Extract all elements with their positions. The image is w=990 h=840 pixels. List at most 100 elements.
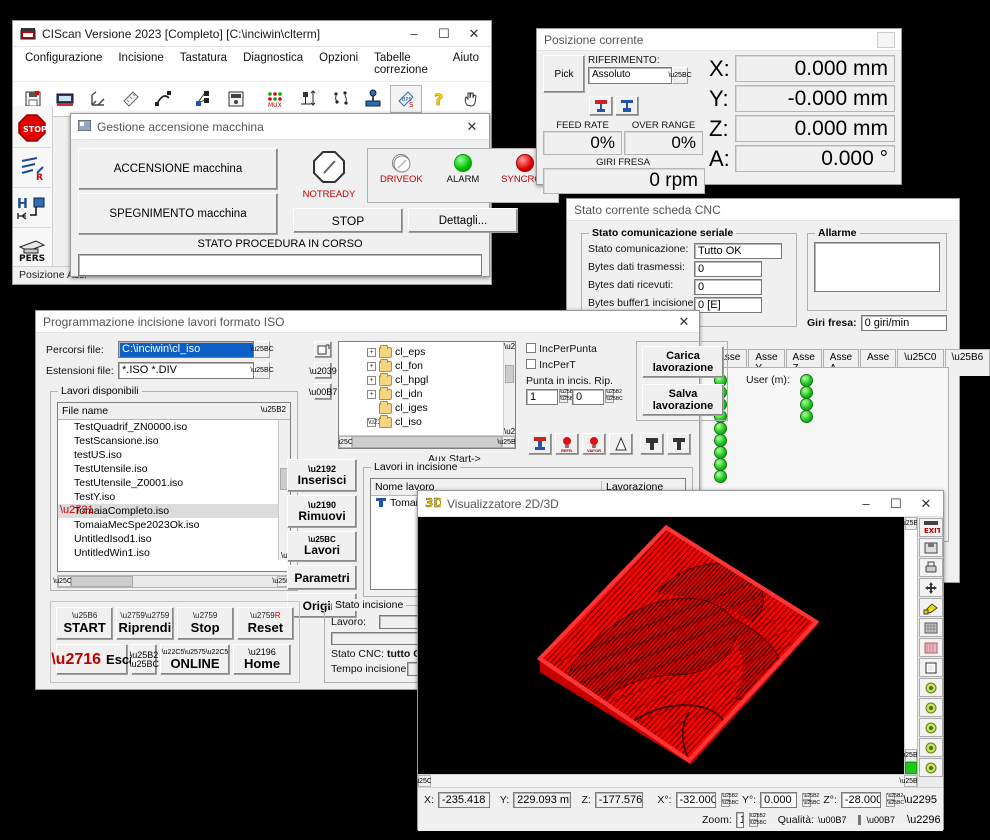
file-list-hscrollbar[interactable]: \u25C0 \u25B6: [57, 575, 291, 588]
file-list[interactable]: File name \u25B2 TestQuadrif_ZN0000.iso …: [57, 402, 291, 572]
online-updown-button[interactable]: \u25B2 \u25BC: [131, 644, 157, 675]
viewer-vscrollbar[interactable]: \u25B2 \u25BC: [904, 517, 917, 774]
tree-item[interactable]: cl_iges: [367, 401, 515, 415]
esci-button[interactable]: \u2716 Esci: [56, 644, 128, 675]
punta-value[interactable]: 1: [526, 389, 558, 405]
folder-tree[interactable]: +cl_eps +cl_fon +cl_hpgl +cl_idn cl_iges…: [338, 341, 516, 449]
tool-down-icon-button[interactable]: [528, 433, 552, 455]
zoom-out-icon[interactable]: \u2296: [907, 814, 941, 826]
expand-icon[interactable]: +: [367, 390, 376, 399]
tree-hscroll-right-icon[interactable]: \u25B6: [502, 436, 515, 448]
cone-button[interactable]: [609, 433, 633, 455]
riferimento-combo[interactable]: Assoluto \u25BC: [588, 67, 688, 84]
riprendi-button[interactable]: \u2759\u2759 Riprendi: [116, 607, 173, 640]
menu-tabelle-correzione[interactable]: Tabelle correzione: [366, 49, 445, 79]
minimize-button[interactable]: –: [399, 21, 429, 46]
t-tool-1-button[interactable]: [640, 433, 664, 455]
spegnimento-macchina-button[interactable]: SPEGNIMENTO macchina: [78, 193, 278, 235]
pan-icon[interactable]: [919, 578, 943, 597]
menu-configurazione[interactable]: Configurazione: [17, 49, 110, 79]
list-item[interactable]: testUS.iso: [58, 448, 290, 462]
list-item-selected[interactable]: \u2731 TomaiaCompleto.iso: [58, 504, 290, 518]
posizione-minimize-button[interactable]: [877, 32, 895, 48]
viewer-yrot-stepper[interactable]: \u25B2\u25BC: [802, 793, 811, 807]
tree-item[interactable]: +cl_fon: [367, 359, 515, 373]
tool-height-icon[interactable]: [292, 85, 324, 113]
measure-icon[interactable]: [115, 85, 147, 113]
list-item[interactable]: TestUtensile.iso: [58, 462, 290, 476]
viewer-maximize-button[interactable]: ☐: [881, 491, 911, 516]
tree-hscroll-left-icon[interactable]: \u25C0: [339, 436, 352, 448]
viewer-minimize-button[interactable]: –: [851, 491, 881, 516]
online-button[interactable]: \u22C5\u2575\u22C5 ONLINE: [160, 644, 230, 675]
viewer-zrot-value[interactable]: -28.000: [841, 792, 881, 808]
list-item[interactable]: TomaiaMecSpe2023Ok.iso: [58, 518, 290, 532]
chevron-down-icon[interactable]: \u25BC: [672, 67, 688, 84]
file-list-header[interactable]: File name \u25B2: [58, 403, 290, 420]
machine-icon[interactable]: [50, 85, 82, 113]
save-icon[interactable]: [919, 538, 943, 557]
iso-close-button[interactable]: ✕: [671, 311, 697, 332]
punta-stepper[interactable]: \u25B2\u25BC: [559, 389, 568, 403]
stop-button[interactable]: STOP: [293, 208, 403, 233]
viewer-xrot-value[interactable]: -32.000: [676, 792, 716, 808]
arrow-down-icon[interactable]: \u25BC: [129, 660, 159, 669]
home-button[interactable]: \u2196 Home: [233, 644, 291, 675]
list-item[interactable]: TestQuadrif_ZN0000.iso: [58, 420, 290, 434]
expand-icon[interactable]: +: [367, 348, 376, 357]
viewer-canvas[interactable]: [418, 517, 904, 774]
tree-item[interactable]: +cl_idn: [367, 387, 515, 401]
t-tool-2-button[interactable]: [667, 433, 691, 455]
tool-up-button[interactable]: [615, 96, 639, 116]
collapse-icon[interactable]: \u2212: [367, 418, 376, 427]
menu-incisione[interactable]: Incisione: [110, 49, 171, 79]
print-icon[interactable]: [919, 558, 943, 577]
refr-button[interactable]: REFR.: [555, 433, 579, 455]
percorsi-file-value[interactable]: C:\inciwin\cl_iso: [118, 341, 254, 358]
joystick-icon[interactable]: [357, 85, 389, 113]
tree-item[interactable]: +cl_eps: [367, 345, 515, 359]
tree-item[interactable]: +cl_hpgl: [367, 373, 515, 387]
menu-diagnostica[interactable]: Diagnostica: [235, 49, 311, 79]
hscroll-thumb[interactable]: [71, 576, 133, 587]
accensione-close-button[interactable]: ✕: [457, 114, 487, 139]
stop-iso-button[interactable]: \u2759 Stop: [177, 607, 234, 640]
newfolder-button[interactable]: [314, 341, 332, 358]
list-scroll-up-icon[interactable]: \u25B2: [261, 405, 286, 417]
salva-lavorazione-button[interactable]: Salva lavorazione: [642, 384, 724, 416]
points-icon[interactable]: [325, 85, 357, 113]
tree-item[interactable]: \u2212cl_iso: [367, 415, 515, 429]
incpert-checkbox-row[interactable]: IncPerT: [526, 359, 626, 371]
incpert-checkbox[interactable]: [526, 359, 536, 369]
dot-button[interactable]: \u00B7: [314, 383, 332, 400]
start-button[interactable]: \u25B6 START: [56, 607, 113, 640]
grid-icon[interactable]: [919, 618, 943, 637]
rotate4-icon[interactable]: [919, 738, 943, 757]
accensione-macchina-button[interactable]: ACCENSIONE macchina: [78, 148, 278, 190]
inserisci-button[interactable]: \u2192 Inserisci: [287, 459, 357, 492]
network-icon[interactable]: [187, 85, 219, 113]
menu-opzioni[interactable]: Opzioni: [311, 49, 366, 79]
carica-lavorazione-button[interactable]: Carica lavorazione: [642, 346, 724, 378]
tree-hscrollbar[interactable]: \u25C0 \u25B6: [339, 435, 515, 448]
axes-icon[interactable]: [82, 85, 114, 113]
viewer-zrot-stepper[interactable]: \u25B2\u25BC: [886, 793, 895, 807]
viewer-scroll-up-icon[interactable]: \u25B2: [905, 517, 917, 530]
stop-icon[interactable]: STOP: [13, 108, 51, 148]
path-icon[interactable]: [148, 85, 180, 113]
list-item[interactable]: UntitledIsod1.iso: [58, 532, 290, 546]
tree-scrollbar[interactable]: \u25B2 \u25BC: [503, 342, 515, 436]
viewer-yrot-value[interactable]: 0.000: [760, 792, 797, 808]
rotate1-icon[interactable]: [919, 678, 943, 697]
list-item[interactable]: TestUtensile_Z0001.iso: [58, 476, 290, 490]
zoom-stepper[interactable]: \u25B2\u25BC: [749, 813, 758, 827]
qualita-minus-icon[interactable]: \u00B7: [818, 815, 847, 825]
percorsi-chevron-down-icon[interactable]: \u25BC: [254, 341, 270, 358]
menu-aiuto[interactable]: Aiuto: [445, 49, 487, 79]
rotate3-icon[interactable]: [919, 718, 943, 737]
rip-value[interactable]: 0: [572, 389, 604, 405]
incperpunta-checkbox-row[interactable]: IncPerPunta: [526, 343, 626, 355]
expand-icon[interactable]: +: [367, 362, 376, 371]
zoom-value[interactable]: 150%: [736, 812, 744, 828]
tree-hscroll-thumb[interactable]: [352, 436, 502, 448]
